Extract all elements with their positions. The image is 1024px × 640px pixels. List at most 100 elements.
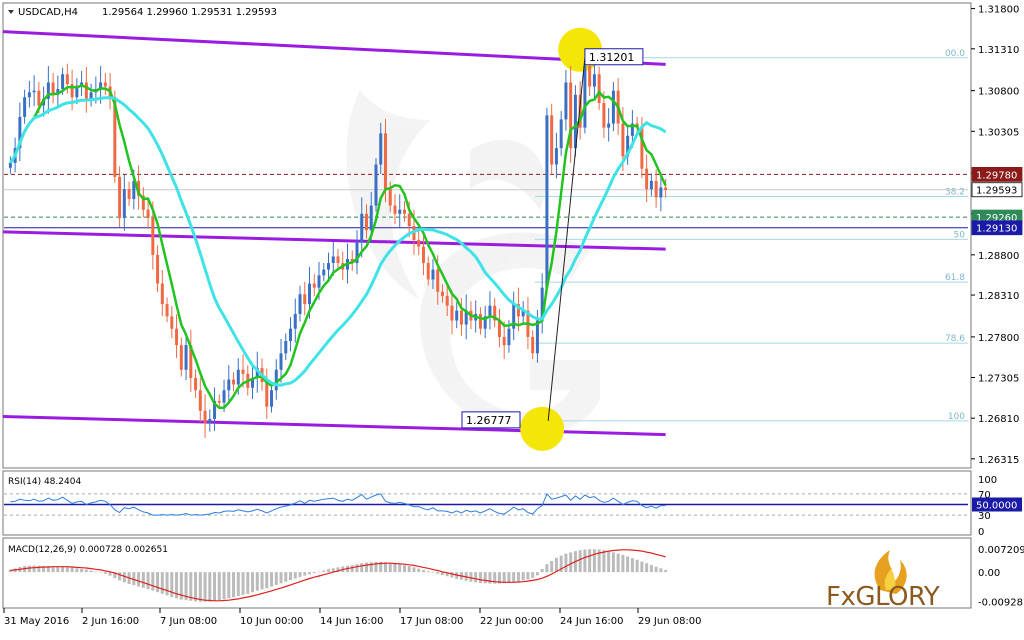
macd-histogram-bar <box>312 572 316 574</box>
candle-body <box>303 294 307 305</box>
candle-body <box>179 345 183 370</box>
macd-histogram-bar <box>407 566 411 573</box>
candle-body <box>284 341 288 354</box>
candle-body <box>118 176 122 218</box>
macd-histogram-bar <box>645 563 649 573</box>
price-level-tag-label: 1.29780 <box>976 170 1017 181</box>
macd-histogram-bar <box>421 569 425 573</box>
candle-body <box>360 213 364 243</box>
candle-body <box>545 115 549 288</box>
candle-body <box>27 92 31 98</box>
candle-body <box>364 213 368 231</box>
candle-body <box>550 115 554 165</box>
macd-histogram-bar <box>170 572 174 597</box>
candle-body <box>597 74 601 103</box>
macd-histogram-bar <box>488 572 492 584</box>
candle-body <box>421 246 425 264</box>
macd-histogram-bar <box>412 567 416 573</box>
macd-histogram-bar <box>246 572 250 594</box>
price-axis-label: 1.28310 <box>978 291 1019 302</box>
macd-histogram-bar <box>236 572 240 597</box>
candle-body <box>531 336 535 354</box>
candle-body <box>554 148 558 165</box>
macd-histogram-bar <box>526 572 530 580</box>
candle-body <box>146 209 150 218</box>
macd-histogram-bar <box>360 563 364 573</box>
macd-histogram-bar <box>564 553 568 573</box>
time-axis-label: 29 Jun 08:00 <box>638 616 702 627</box>
candle-body <box>379 133 383 165</box>
fib-level-label: 78.6 <box>945 334 965 344</box>
candle-body <box>122 189 126 218</box>
price-callout-label: 1.31201 <box>589 51 635 64</box>
macd-histogram-bar <box>450 572 454 578</box>
rsi-axis-label: 30 <box>978 511 991 522</box>
candle-body <box>103 82 107 87</box>
candle-body <box>151 217 155 255</box>
macd-histogram-bar <box>32 565 36 573</box>
macd-histogram-bar <box>550 560 554 573</box>
macd-histogram-bar <box>635 559 639 573</box>
fib-level-label: 100 <box>948 412 965 422</box>
macd-histogram-bar <box>156 572 160 593</box>
price-axis-label: 1.30800 <box>978 87 1019 98</box>
candle-body <box>440 291 444 296</box>
macd-histogram-bar <box>417 568 421 573</box>
macd-histogram-bar <box>279 572 283 584</box>
macd-histogram-bar <box>607 551 611 573</box>
macd-histogram-bar <box>322 570 326 573</box>
candle-body <box>227 379 231 391</box>
candle-body <box>89 92 93 99</box>
macd-histogram-bar <box>65 567 69 573</box>
macd-histogram-bar <box>616 553 620 573</box>
macd-histogram-bar <box>99 572 103 573</box>
macd-histogram-bar <box>270 572 274 587</box>
macd-histogram-bar <box>293 572 297 579</box>
macd-histogram-bar <box>521 572 525 581</box>
macd-histogram-bar <box>284 572 288 582</box>
candle-body <box>198 390 202 411</box>
macd-histogram-bar <box>118 572 122 581</box>
time-axis-label: 22 Jun 00:00 <box>480 616 544 627</box>
macd-histogram-bar <box>469 572 473 582</box>
candle-body <box>236 369 240 385</box>
candle-body <box>478 313 482 329</box>
candle-body <box>393 205 397 214</box>
macd-histogram-bar <box>531 572 535 578</box>
macd-histogram-bar <box>56 566 60 573</box>
macd-histogram-bar <box>535 572 539 576</box>
macd-histogram-bar <box>151 572 155 591</box>
macd-histogram-bar <box>289 572 293 581</box>
macd-histogram-bar <box>583 549 587 573</box>
macd-histogram-bar <box>426 571 430 573</box>
candle-body <box>170 316 174 329</box>
macd-histogram-bar <box>241 572 245 595</box>
time-axis-label: 17 Jun 08:00 <box>400 616 464 627</box>
macd-histogram-bar <box>654 566 658 573</box>
macd-histogram-bar <box>554 557 558 573</box>
candle-body <box>402 209 406 214</box>
chart-window: 00.0 38.2 50 61.8 78.6 100 1.31201 1.26777 1.3… <box>0 0 1024 636</box>
macd-histogram-bar <box>227 572 231 599</box>
candle-body <box>649 180 653 190</box>
price-level-tag-label: 1.29130 <box>976 224 1017 235</box>
candle-body <box>507 328 511 346</box>
macd-histogram-bar <box>474 572 478 583</box>
candle-body <box>431 269 435 280</box>
symbol-header: USDCAD,H4 1.29564 1.29960 1.29531 1.2959… <box>8 7 277 18</box>
rsi-axis-label: 100 <box>978 475 997 486</box>
candle-body <box>241 369 245 374</box>
macd-histogram-bar <box>303 572 307 576</box>
candle-body <box>270 390 274 407</box>
macd-histogram-bar <box>649 565 653 573</box>
macd-histogram-bar <box>540 568 544 573</box>
rsi-level-tag-label: 50.0000 <box>976 501 1017 512</box>
macd-histogram-bar <box>27 565 31 573</box>
candle-body <box>611 90 615 124</box>
dropdown-arrow-icon[interactable] <box>8 10 14 14</box>
macd-histogram-bar <box>516 572 520 582</box>
candle-body <box>607 123 611 128</box>
candle-body <box>175 328 179 346</box>
candle-body <box>8 162 12 168</box>
candle-body <box>293 313 297 329</box>
